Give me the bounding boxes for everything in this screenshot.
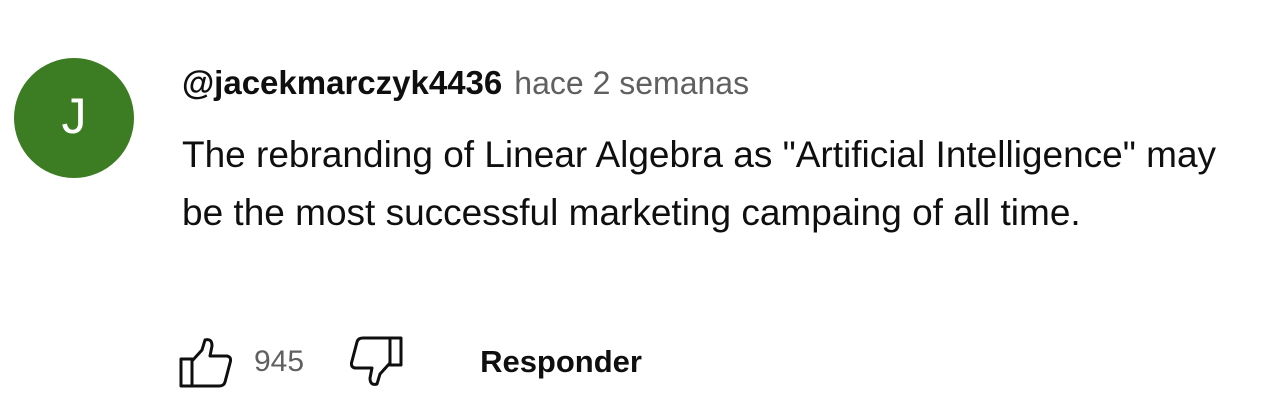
comment-thread: J @jacekmarczyk4436 hace 2 semanas The r… — [0, 0, 1280, 408]
thumbs-down-icon — [350, 336, 403, 386]
reply-button[interactable]: Responder — [480, 344, 642, 380]
author-name[interactable]: @jacekmarczyk4436 — [182, 64, 502, 102]
thumbs-up-icon — [179, 338, 233, 388]
comment-text: The rebranding of Linear Algebra as "Art… — [182, 134, 1217, 233]
avatar[interactable]: J — [14, 58, 134, 178]
comment-timestamp[interactable]: hace 2 semanas — [514, 65, 749, 102]
comment-header: @jacekmarczyk4436 hace 2 semanas — [182, 64, 749, 110]
avatar-letter: J — [61, 88, 87, 144]
like-button[interactable] — [178, 334, 234, 390]
comment-actions: 945 Responder — [178, 334, 642, 390]
dislike-button[interactable] — [348, 334, 404, 390]
like-count: 945 — [254, 345, 305, 378]
